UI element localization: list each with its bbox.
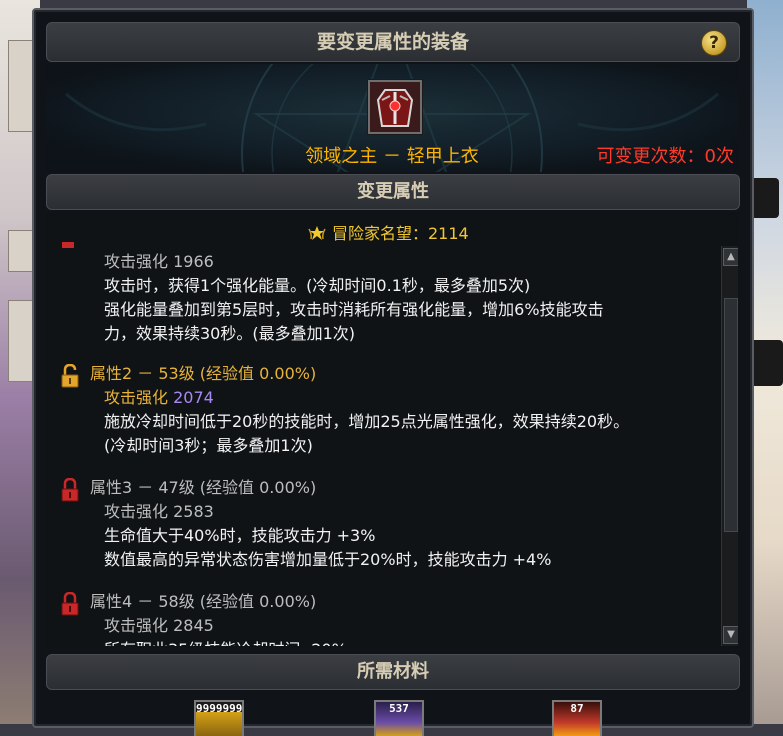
lock-icon-partial	[62, 242, 74, 248]
attr2-line-2: 施放冷却时间低于20秒的技能时，增加25点光属性强化，效果持续20秒。	[104, 412, 630, 431]
attr3-header: 属性3 － 47级 (经验值 0.00%)	[90, 478, 317, 497]
material-count-gold: 9999999	[196, 702, 243, 715]
armor-icon[interactable]	[368, 80, 422, 134]
attr1-line-1: 攻击强化 1966	[104, 252, 214, 271]
gold-coin-icon[interactable]: 9999999	[194, 700, 244, 736]
attribute-scrollbar[interactable]: ▲ ▼	[721, 246, 738, 646]
attr2-line-3: (冷却时间3秒；最多叠加1次)	[104, 436, 313, 455]
attr3-line-3: 数值最高的异常状态伤害增加量低于20%时，技能攻击力 +4%	[104, 550, 552, 569]
attr2-line-1-value: 2074	[173, 388, 214, 407]
window-title-bar: 要变更属性的装备 ?	[46, 22, 740, 62]
reputation-emblem-icon	[308, 226, 326, 240]
help-icon[interactable]: ?	[701, 30, 727, 56]
change-count-label: 可变更次数：0次	[596, 146, 734, 167]
scroll-up-icon[interactable]: ▲	[723, 248, 738, 266]
material-crystal-icon[interactable]: 537	[374, 700, 424, 736]
attr2-line-1-label: 攻击强化	[104, 388, 174, 407]
reputation-text: 冒险家名望：2114	[332, 224, 469, 243]
unlocked-padlock-icon[interactable]	[60, 364, 80, 388]
attr4-line-2: 所有职业35级技能冷却时间 -20%	[104, 636, 347, 646]
section-header-materials: 所需材料	[46, 654, 740, 690]
flame-stone-icon[interactable]: 87	[552, 700, 602, 736]
attr1-line-4: 力，效果持续30秒。(最多叠加1次)	[104, 324, 356, 343]
section-title-materials: 所需材料	[357, 661, 429, 682]
attr4-line-1: 攻击强化 2845	[104, 616, 214, 635]
attribute-scroll-area[interactable]: 攻击强化 1966 攻击时，获得1个强化能量。(冷却时间0.1秒，最多叠加5次)…	[46, 242, 720, 646]
armor-icon-graphic	[370, 82, 420, 132]
attr4-header: 属性4 － 58级 (经验值 0.00%)	[90, 592, 317, 611]
equipment-attribute-change-window: 要变更属性的装备 ? 领域之主 － 轻甲上衣 可变更次数：0次 变更属性 冒险家…	[32, 8, 754, 736]
scrollbar-thumb[interactable]	[724, 298, 738, 532]
attr2-header: 属性2 － 53级 (经验值 0.00%)	[90, 364, 317, 383]
attr3-line-2: 生命值大于40%时，技能攻击力 +3%	[104, 526, 376, 545]
attr2-line-1: 攻击强化 2074	[104, 384, 214, 408]
window-title: 要变更属性的装备	[316, 31, 469, 53]
locked-padlock-icon[interactable]	[60, 478, 80, 502]
material-count-crystal: 537	[389, 702, 409, 715]
equipment-display: 领域之主 － 轻甲上衣 可变更次数：0次	[46, 64, 738, 172]
attr1-line-2: 攻击时，获得1个强化能量。(冷却时间0.1秒，最多叠加5次)	[104, 276, 531, 295]
attribute-list-panel: 冒险家名望：2114 攻击强化 1966 攻击时，获得1个强化能量。(冷却时间0…	[46, 212, 738, 648]
section-header-attributes: 变更属性	[46, 174, 740, 210]
attr1-line-3: 强化能量叠加到第5层时，攻击时消耗所有强化能量，增加6%技能攻击	[104, 300, 604, 319]
attr3-line-1: 攻击强化 2583	[104, 502, 214, 521]
scroll-down-icon[interactable]: ▼	[723, 626, 738, 644]
section-title-attributes: 变更属性	[357, 181, 429, 202]
locked-padlock-icon[interactable]	[60, 592, 80, 616]
reputation-label: 冒险家名望：2114	[308, 220, 469, 244]
material-count-flame: 87	[570, 702, 584, 715]
